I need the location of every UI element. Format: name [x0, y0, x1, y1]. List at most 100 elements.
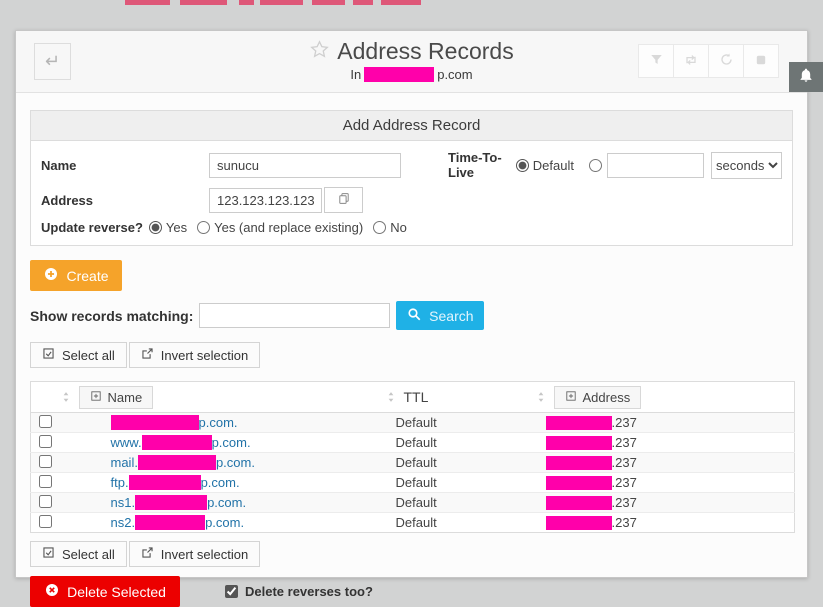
plus-square-icon [90, 390, 102, 405]
record-address-suffix: .237 [612, 415, 637, 430]
plus-square-icon [565, 390, 577, 405]
search-button[interactable]: Search [396, 301, 484, 330]
invert-selection-button[interactable]: Invert selection [129, 342, 260, 368]
filter-button[interactable] [638, 44, 674, 78]
table-row: p.com. Default .237 [31, 413, 795, 433]
select-all-button[interactable]: Select all [30, 541, 127, 567]
redacted-domain [364, 67, 434, 82]
record-link[interactable]: ftp.p.com. [111, 475, 240, 490]
row-checkbox[interactable] [39, 515, 52, 528]
star-icon[interactable] [309, 39, 330, 65]
row-checkbox[interactable] [39, 435, 52, 448]
record-link[interactable]: www.p.com. [111, 435, 251, 450]
record-name-prefix: ns1. [111, 495, 136, 510]
delete-reverses-checkbox[interactable] [225, 585, 238, 598]
update-reverse-yes-option[interactable]: Yes [149, 220, 187, 235]
record-link[interactable]: p.com. [111, 415, 238, 430]
address-input[interactable] [209, 188, 322, 213]
select-all-button[interactable]: Select all [30, 342, 127, 368]
update-reverse-yes-radio[interactable] [149, 221, 162, 234]
ttl-default-option[interactable]: Default [516, 158, 574, 173]
name-input[interactable] [209, 153, 401, 178]
update-reverse-replace-option[interactable]: Yes (and replace existing) [197, 220, 363, 235]
update-reverse-row: Update reverse? Yes Yes (and replace exi… [41, 220, 782, 235]
ttl-default-radio[interactable] [516, 159, 529, 172]
column-address-label: Address [583, 390, 631, 405]
sort-ttl-icon[interactable] [386, 390, 396, 404]
check-square-icon [42, 347, 55, 363]
record-name-suffix: p.com. [212, 435, 251, 450]
refresh-icon [719, 52, 734, 70]
sort-address-icon[interactable] [536, 390, 546, 404]
row-checkbox[interactable] [39, 415, 52, 428]
search-input[interactable] [199, 303, 390, 328]
share-square-icon [141, 347, 154, 363]
record-link[interactable]: ns1.p.com. [111, 495, 247, 510]
record-address-suffix: .237 [612, 475, 637, 490]
retweet-icon [683, 53, 699, 70]
record-name-suffix: p.com. [199, 415, 238, 430]
plus-circle-icon [43, 266, 59, 285]
invert-selection-label: Invert selection [161, 547, 248, 562]
name-row: Name Time-To-Live Default seconds [41, 150, 782, 180]
update-reverse-replace-label: Yes (and replace existing) [214, 220, 363, 235]
ttl-custom-radio[interactable] [589, 159, 602, 172]
panel-body: Name Time-To-Live Default seconds Add [31, 141, 792, 245]
create-button[interactable]: Create [30, 260, 122, 291]
address-label: Address [41, 193, 209, 208]
column-address-button[interactable]: Address [554, 386, 642, 409]
invert-selection-label: Invert selection [161, 348, 248, 363]
invert-selection-button[interactable]: Invert selection [129, 541, 260, 567]
refresh-button[interactable] [708, 44, 744, 78]
row-checkbox[interactable] [39, 475, 52, 488]
row-checkbox[interactable] [39, 455, 52, 468]
table-row: ftp.p.com. Default .237 [31, 473, 795, 493]
update-reverse-no-radio[interactable] [373, 221, 386, 234]
records-table: Name TTL [30, 381, 795, 533]
ttl-unit-select[interactable]: seconds [711, 152, 782, 179]
subtitle-prefix: In [350, 67, 361, 82]
update-reverse-no-option[interactable]: No [373, 220, 407, 235]
stop-button[interactable] [743, 44, 779, 78]
record-name-prefix: ns2. [111, 515, 136, 530]
add-record-panel: Add Address Record Name Time-To-Live Def… [30, 110, 793, 246]
delete-row: Delete Selected Delete reverses too? [30, 576, 793, 607]
address-row: Address [41, 187, 782, 213]
record-link[interactable]: mail. p.com. [111, 455, 255, 470]
record-ttl: Default [386, 413, 536, 433]
name-label: Name [41, 158, 209, 173]
stop-icon [754, 53, 768, 70]
redaction-block [260, 0, 303, 5]
column-name-button[interactable]: Name [79, 386, 154, 409]
back-button[interactable]: ↵ [34, 43, 71, 80]
return-arrow-icon: ↵ [45, 51, 60, 72]
redacted-address [546, 456, 612, 470]
sort-name-icon[interactable] [61, 390, 71, 404]
row-checkbox[interactable] [39, 495, 52, 508]
x-circle-icon [44, 582, 60, 601]
redacted-address [546, 416, 612, 430]
notifications-button[interactable] [789, 62, 823, 92]
redacted-name [135, 495, 207, 510]
delete-reverses-label: Delete reverses too? [245, 584, 373, 599]
table-row: www.p.com. Default .237 [31, 433, 795, 453]
update-reverse-replace-radio[interactable] [197, 221, 210, 234]
redacted-address [546, 436, 612, 450]
delete-selected-label: Delete Selected [67, 584, 166, 600]
bell-icon [798, 67, 814, 88]
table-row: mail.p.com. Default .237 [31, 453, 795, 473]
selection-toolbar-bottom: Select all Invert selection [30, 541, 793, 567]
record-name-suffix: p.com. [216, 455, 255, 470]
retweet-button[interactable] [673, 44, 709, 78]
ttl-value-input[interactable] [607, 153, 704, 178]
record-link[interactable]: ns2.p.com. [111, 515, 245, 530]
check-square-icon [42, 546, 55, 562]
search-icon [407, 307, 422, 325]
paste-ip-button[interactable] [324, 187, 363, 213]
redaction-block [239, 0, 254, 5]
record-name-prefix: mail. [111, 455, 138, 470]
delete-reverses-option[interactable]: Delete reverses too? [225, 584, 373, 599]
ttl-label: Time-To-Live [448, 150, 505, 180]
delete-selected-button[interactable]: Delete Selected [30, 576, 180, 607]
record-ttl: Default [386, 513, 536, 533]
